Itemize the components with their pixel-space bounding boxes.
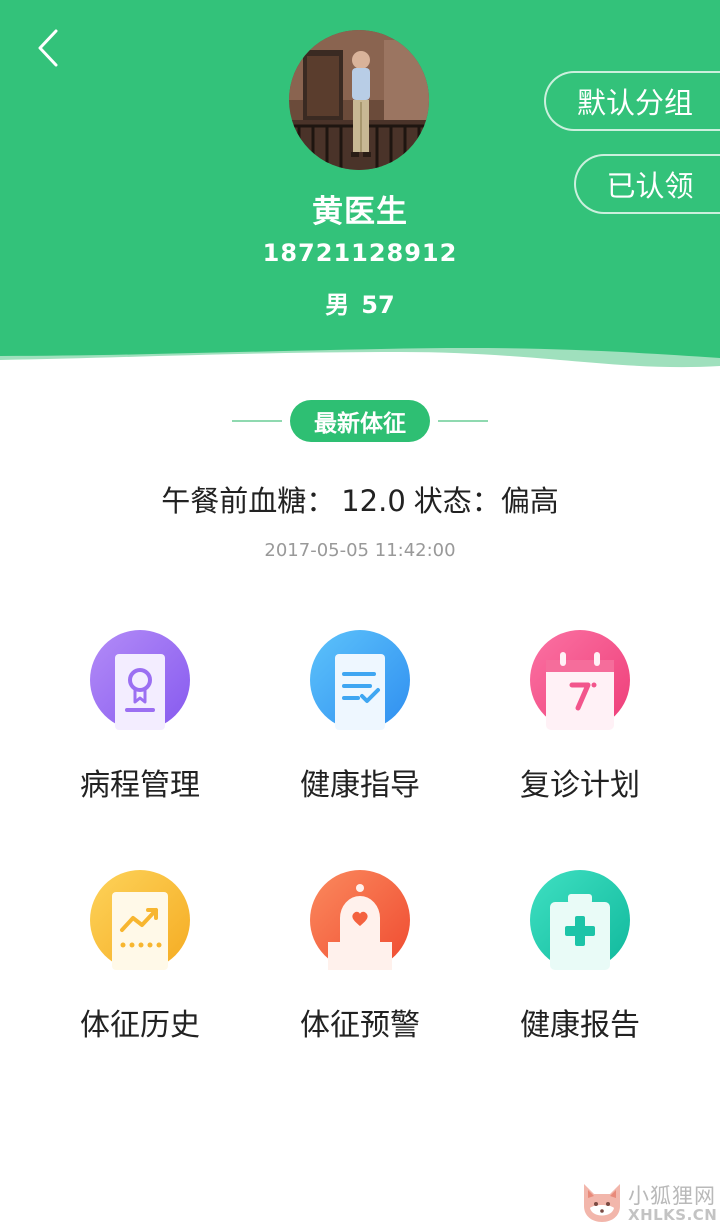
doctor-gender-age: 男 57 <box>0 285 720 320</box>
latest-vitals-badge: 最新体征 <box>290 400 430 442</box>
status-label: 状态： <box>413 484 501 518</box>
claimed-status-button[interactable]: 已认领 <box>574 154 720 214</box>
menu-label: 体征历史 <box>80 1008 200 1043</box>
back-chevron-left-icon[interactable] <box>30 26 70 70</box>
menu-label: 复诊计划 <box>520 768 640 803</box>
doctor-age: 57 <box>361 291 395 319</box>
reading-timestamp: 2017-05-05 11:42:00 <box>264 540 456 561</box>
certificate-icon <box>90 630 190 730</box>
menu-label: 健康指导 <box>300 768 420 803</box>
calendar-icon <box>530 630 630 730</box>
status-value: 偏高 <box>500 484 559 518</box>
menu-label: 健康报告 <box>520 1008 640 1043</box>
doctor-avatar[interactable] <box>289 30 429 170</box>
alarm-bell-icon <box>310 870 410 970</box>
default-group-button[interactable]: 默认分组 <box>544 71 720 131</box>
heading-divider-left <box>232 420 282 422</box>
site-watermark: 小狐狸网 XHLKS.CN <box>580 1176 720 1230</box>
menu-item-vitals-history[interactable]: 体征历史 <box>30 870 250 1060</box>
reading-label: 午餐前血糖： <box>161 484 336 518</box>
menu-label: 体征预警 <box>300 1008 420 1043</box>
doctor-phone: 18721128912 <box>262 239 458 267</box>
checklist-icon <box>310 630 410 730</box>
reading-value: 12.0 <box>341 484 406 518</box>
vitals-reading: 午餐前血糖： 12.0 状态：偏高 <box>0 478 720 520</box>
profile-header: 黄医生 18721128912 男 57 默认分组 已认领 <box>0 0 720 372</box>
menu-item-health-report[interactable]: 健康报告 <box>470 870 690 1060</box>
menu-item-course-management[interactable]: 病程管理 <box>30 630 250 820</box>
medical-cross-icon <box>530 870 630 970</box>
doctor-gender: 男 <box>325 291 350 319</box>
menu-label: 病程管理 <box>80 768 200 803</box>
watermark-text-en: XHLKS.CN <box>628 1206 718 1224</box>
fox-logo-icon <box>584 1184 620 1222</box>
trend-chart-icon <box>90 870 190 970</box>
heading-divider-right <box>438 420 488 422</box>
menu-item-vitals-alert[interactable]: 体征预警 <box>250 870 470 1060</box>
menu-item-follow-up-plan[interactable]: 复诊计划 <box>470 630 690 820</box>
menu-item-health-guidance[interactable]: 健康指导 <box>250 630 470 820</box>
latest-vitals-heading: 最新体征 <box>0 398 720 444</box>
